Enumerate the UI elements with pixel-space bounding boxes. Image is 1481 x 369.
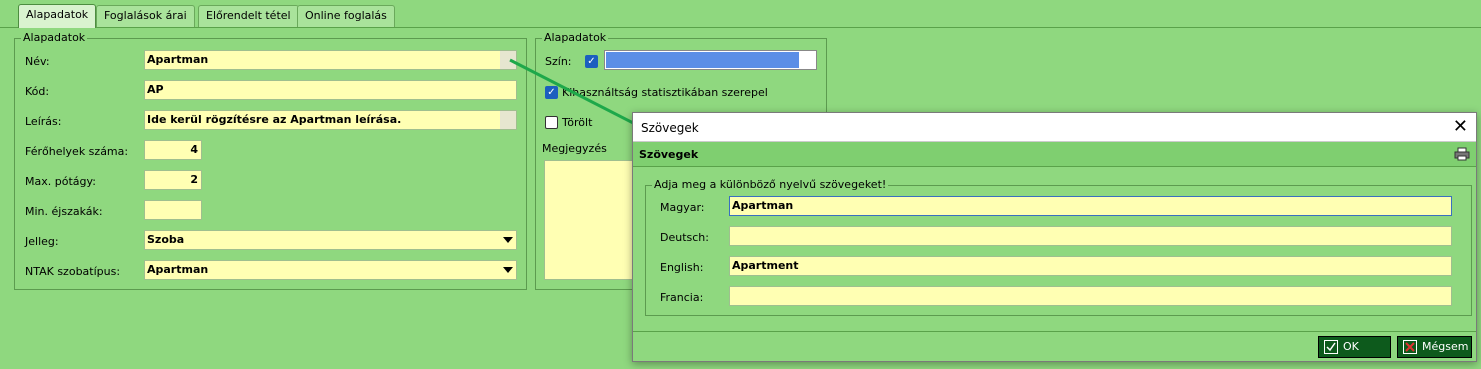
color-swatch — [606, 52, 799, 68]
printer-icon[interactable] — [1454, 147, 1470, 161]
color-checkbox[interactable]: ✓ — [585, 55, 598, 68]
name-label: Név: — [25, 55, 50, 68]
ntak-value: Apartman — [147, 263, 209, 276]
color-label: Szín: — [545, 55, 572, 68]
dialog-titlebar: Szövegek ✕ — [633, 113, 1476, 142]
lang-field-francia[interactable] — [729, 286, 1452, 306]
type-select[interactable]: Szoba — [144, 230, 517, 250]
tab-online-foglalas[interactable]: Online foglalás — [297, 5, 395, 27]
color-picker[interactable] — [604, 50, 817, 70]
description-value: Ide kerül rögzítésre az Apartman leírása… — [147, 113, 402, 126]
name-value: Apartman — [147, 53, 209, 66]
code-label: Kód: — [25, 85, 50, 98]
ok-button[interactable]: OK — [1318, 336, 1391, 358]
description-label: Leírás: — [25, 115, 62, 128]
dropdown-arrow-icon[interactable] — [503, 267, 513, 273]
dialog-footer: OK Mégsem — [633, 331, 1476, 361]
group-title: Alapadatok — [21, 31, 88, 45]
tab-alapadatok[interactable]: Alapadatok — [18, 4, 97, 28]
description-field[interactable]: Ide kerül rögzítésre az Apartman leírása… — [144, 110, 517, 130]
texts-dialog: Szövegek ✕ Szövegek Adja meg a különböző… — [632, 112, 1477, 362]
dialog-header: Szövegek — [633, 142, 1476, 167]
tab-foglalasok-arai[interactable]: Foglalások árai — [96, 5, 195, 27]
lang-field-magyar[interactable]: Apartman — [729, 196, 1452, 216]
lang-label-deutsch: Deutsch: — [660, 231, 709, 244]
usage-stats-label: Kihasználtság statisztikában szerepel — [562, 86, 768, 99]
basic-data-group: Alapadatok — [14, 31, 527, 290]
close-icon[interactable]: ✕ — [1453, 117, 1468, 137]
tab-bar: Alapadatok Foglalások árai Előrendelt té… — [0, 0, 1481, 28]
min-nights-field[interactable] — [144, 200, 202, 220]
deleted-label: Törölt — [562, 116, 593, 129]
dialog-title: Szövegek — [641, 121, 699, 135]
cancel-button[interactable]: Mégsem — [1397, 336, 1472, 358]
seats-field[interactable]: 4 — [144, 140, 202, 160]
dropdown-arrow-icon[interactable] — [503, 237, 513, 243]
lang-label-english: English: — [660, 261, 704, 274]
notes-label: Megjegyzés — [542, 142, 607, 155]
min-nights-label: Min. éjszakák: — [25, 205, 103, 218]
ntak-label: NTAK szobatípus: — [25, 265, 121, 278]
usage-stats-checkbox[interactable]: ✓ — [545, 86, 558, 99]
group-title: Adja meg a különböző nyelvű szövegeket! — [652, 178, 889, 192]
cancel-icon — [1403, 340, 1417, 354]
type-label: Jelleg: — [25, 235, 59, 248]
type-value: Szoba — [147, 233, 185, 246]
lang-field-deutsch[interactable] — [729, 226, 1452, 246]
lang-label-francia: Francia: — [660, 291, 704, 304]
tab-elorendelt-tetel[interactable]: Előrendelt tétel — [198, 5, 299, 27]
lang-label-magyar: Magyar: — [660, 201, 705, 214]
check-icon — [1324, 340, 1338, 354]
extra-bed-label: Max. pótágy: — [25, 175, 96, 188]
cancel-label: Mégsem — [1422, 340, 1469, 353]
ntak-select[interactable]: Apartman — [144, 260, 517, 280]
code-field[interactable]: AP — [144, 80, 517, 100]
dialog-header-label: Szövegek — [639, 148, 699, 161]
lang-field-english[interactable]: Apartment — [729, 256, 1452, 276]
deleted-checkbox[interactable] — [545, 116, 558, 129]
extra-bed-field[interactable]: 2 — [144, 170, 202, 190]
name-edit-button[interactable] — [500, 51, 516, 69]
ok-label: OK — [1343, 340, 1359, 353]
seats-label: Férőhelyek száma: — [25, 145, 129, 158]
group-title: Alapadatok — [542, 31, 609, 45]
description-edit-button[interactable] — [500, 111, 516, 129]
name-field[interactable]: Apartman — [144, 50, 517, 70]
